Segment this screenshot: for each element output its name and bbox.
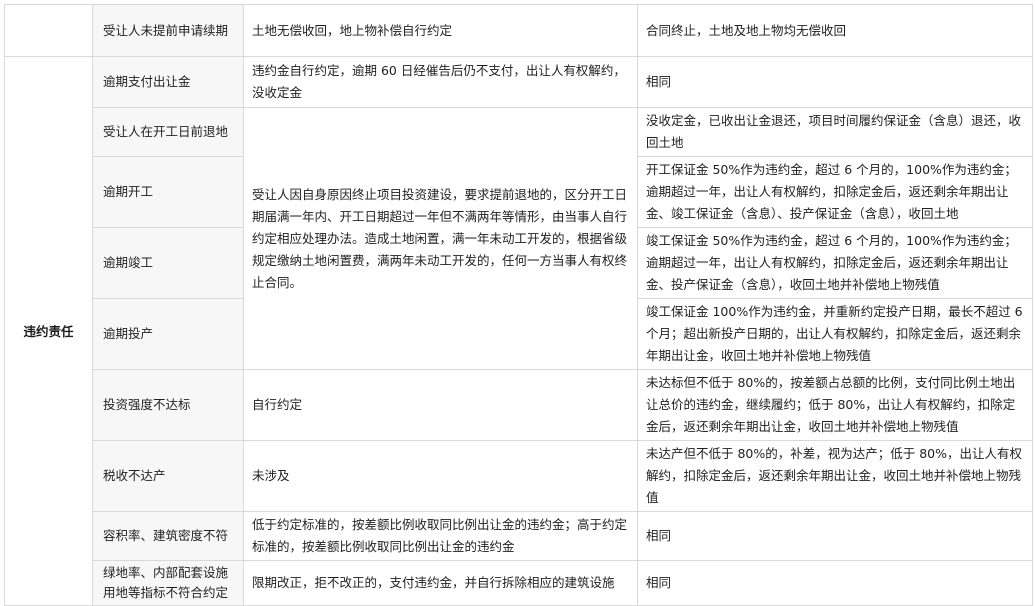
item-cell: 税收不达产	[92, 440, 244, 512]
col3-cell: 竣工保证金 100%作为违约金，并重新约定投产日期，最长不超过 6 个月；超出新…	[637, 298, 1033, 370]
table-row: 受让人未提前申请续期 土地无偿收回，地上物补偿自行约定 合同终止，土地及地上物均…	[4, 4, 1033, 57]
col3-cell: 未达标但不低于 80%的，按差额占总额的比例，支付同比例土地出让总价的违约金，继…	[637, 369, 1033, 441]
col2-cell: 违约金自行约定，逾期 60 日经催告后仍不支付，出让人有权解约，没收定金	[243, 56, 638, 108]
item-cell: 逾期投产	[92, 298, 244, 370]
table-row: 受让人在开工日前退地 受让人因自身原因终止项目投资建设，要求提前退地的，区分开工…	[5, 107, 1033, 370]
col3-cell: 没收定金，已收出让金退还，项目时间履约保证金（含息）退还，收回土地	[637, 107, 1033, 157]
item-cell: 逾期开工	[92, 156, 244, 228]
col3-cell: 竣工保证金 50%作为违约金，超过 6 个月的，100%作为违约金；逾期超过一年…	[637, 227, 1033, 299]
col3-cell: 合同终止，土地及地上物均无偿收回	[637, 4, 1033, 57]
contract-comparison-table: 受让人未提前申请续期 土地无偿收回，地上物补偿自行约定 合同终止，土地及地上物均…	[4, 4, 1033, 606]
col2-cell: 自行约定	[243, 369, 638, 441]
item-cell: 绿地率、内部配套设施用地等指标不符合约定	[92, 560, 244, 606]
col2-cell: 限期改正，拒不改正的，支付违约金，并自行拆除相应的建筑设施	[243, 560, 638, 606]
table-row: 容积率、建筑密度不符 低于约定标准的，按差额比例收取同比例出让金的违约金；高于约…	[5, 511, 1033, 561]
col3-cell: 相同	[637, 560, 1033, 606]
table-row: 绿地率、内部配套设施用地等指标不符合约定 限期改正，拒不改正的，支付违约金，并自…	[5, 560, 1033, 606]
item-cell: 投资强度不达标	[92, 369, 244, 441]
col3-cell: 开工保证金 50%作为违约金，超过 6 个月的，100%作为违约金；逾期超过一年…	[637, 156, 1033, 228]
col2-merged-cell: 受让人因自身原因终止项目投资建设，要求提前退地的，区分开工日期届满一年内、开工日…	[243, 107, 638, 370]
table-row: 投资强度不达标 自行约定 未达标但不低于 80%的，按差额占总额的比例，支付同比…	[5, 369, 1033, 441]
item-cell: 受让人未提前申请续期	[92, 4, 244, 57]
item-cell: 容积率、建筑密度不符	[92, 511, 244, 561]
item-cell: 逾期竣工	[92, 227, 244, 299]
col2-cell: 未涉及	[243, 440, 638, 512]
category-cell: 违约责任	[4, 56, 93, 606]
item-cell: 逾期支付出让金	[92, 56, 244, 108]
col3-cell: 未达产但不低于 80%的，补差，视为达产；低于 80%，出让人有权解约，扣除定金…	[637, 440, 1033, 512]
item-cell: 受让人在开工日前退地	[92, 107, 244, 157]
col3-cell: 相同	[637, 511, 1033, 561]
col3-cell: 相同	[637, 56, 1033, 108]
table-row: 税收不达产 未涉及 未达产但不低于 80%的，补差，视为达产；低于 80%，出让…	[5, 440, 1033, 512]
col2-cell: 低于约定标准的，按差额比例收取同比例出让金的违约金；高于约定标准的，按差额比例收…	[243, 511, 638, 561]
col2-cell: 土地无偿收回，地上物补偿自行约定	[243, 4, 638, 57]
table-row: 违约责任 逾期支付出让金 违约金自行约定，逾期 60 日经催告后仍不支付，出让人…	[4, 56, 1033, 606]
category-cell-empty	[4, 4, 93, 57]
